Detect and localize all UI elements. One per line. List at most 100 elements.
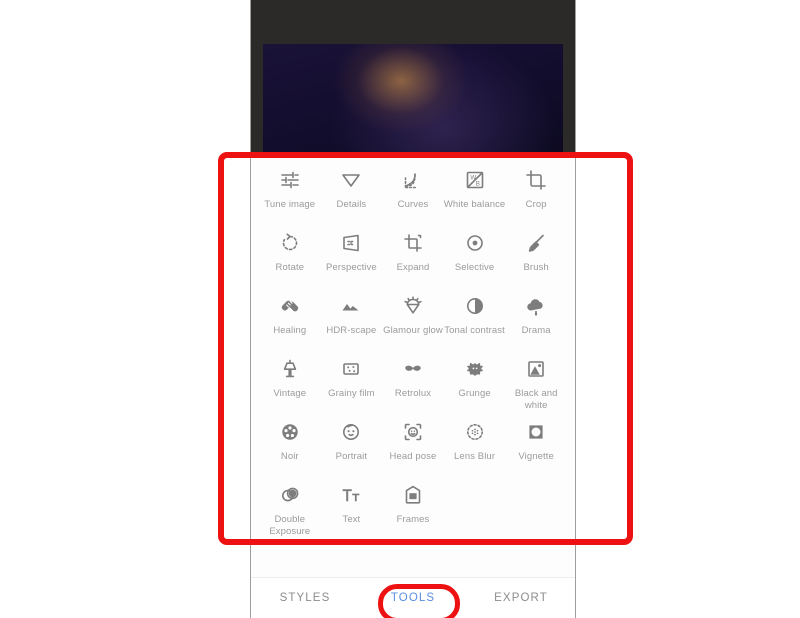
tool-label: White balance xyxy=(443,199,506,210)
tool-label: Glamour glow xyxy=(383,325,443,336)
tool-crop[interactable]: Crop xyxy=(505,166,567,223)
tool-label: Black and white xyxy=(514,388,558,411)
tool-label: Tune image xyxy=(264,199,316,210)
tool-head-pose[interactable]: Head pose xyxy=(382,418,444,475)
tool-label: Expand xyxy=(396,262,430,273)
text-icon xyxy=(339,481,363,509)
retrolux-icon xyxy=(401,355,425,383)
tool-double-exposure[interactable]: Double Exposure xyxy=(259,481,321,538)
lens-blur-icon xyxy=(463,418,487,446)
tools-grid: Tune image Details Curves W B White balance Cr… xyxy=(251,152,575,578)
frames-icon xyxy=(401,481,425,509)
tool-label: Lens Blur xyxy=(454,451,496,462)
tool-row: Healing HDR-scape Glamour glow Tonal contra… xyxy=(259,292,567,349)
tool-label: Head pose xyxy=(389,451,437,462)
tool-row: Noir Portrait Head pose Lens Blur Vignette xyxy=(259,418,567,475)
tool-label: Double Exposure xyxy=(269,514,311,537)
preview-photo xyxy=(263,44,563,152)
tool-label: Rotate xyxy=(275,262,305,273)
portrait-icon xyxy=(339,418,363,446)
crop-icon xyxy=(524,166,548,194)
tool-tonal-contrast[interactable]: Tonal contrast xyxy=(444,292,506,349)
tune-image-icon xyxy=(278,166,302,194)
tool-grainy-film[interactable]: Grainy film xyxy=(321,355,383,412)
tool-label: Frames xyxy=(396,514,430,525)
tool-label: Details xyxy=(336,199,367,210)
tool-label: Vintage xyxy=(273,388,307,399)
grunge-icon xyxy=(463,355,487,383)
curves-icon xyxy=(401,166,425,194)
tool-tune-image[interactable]: Tune image xyxy=(259,166,321,223)
tool-drama[interactable]: Drama xyxy=(505,292,567,349)
bottom-tab-bar: STYLES TOOLS EXPORT xyxy=(251,577,575,618)
tool-row: Rotate Perspective Expand Selective Brush xyxy=(259,229,567,286)
tool-noir[interactable]: Noir xyxy=(259,418,321,475)
tool-label: Retrolux xyxy=(394,388,432,399)
details-icon xyxy=(339,166,363,194)
tool-label: Perspective xyxy=(326,262,377,273)
tool-row: Vintage Grainy film Retrolux Grunge Black an… xyxy=(259,355,567,412)
brush-icon xyxy=(524,229,548,257)
tool-row: Tune image Details Curves W B White balance Cr… xyxy=(259,166,567,223)
noir-icon xyxy=(278,418,302,446)
tool-label: Tonal contrast xyxy=(444,325,505,336)
tool-label: Grunge xyxy=(458,388,491,399)
tab-tools[interactable]: TOOLS xyxy=(359,592,467,604)
screenshot-root: Tune image Details Curves W B White balance Cr… xyxy=(0,0,800,618)
tool-expand[interactable]: Expand xyxy=(382,229,444,286)
phone-viewport: Tune image Details Curves W B White balance Cr… xyxy=(250,0,576,618)
tool-perspective[interactable]: Perspective xyxy=(321,229,383,286)
tool-glamour-glow[interactable]: Glamour glow xyxy=(382,292,444,349)
tool-selective[interactable]: Selective xyxy=(444,229,506,286)
tool-label: Brush xyxy=(523,262,549,273)
tool-curves[interactable]: Curves xyxy=(382,166,444,223)
black-and-white-icon xyxy=(524,355,548,383)
perspective-icon xyxy=(339,229,363,257)
tool-lens-blur[interactable]: Lens Blur xyxy=(444,418,506,475)
tool-vintage[interactable]: Vintage xyxy=(259,355,321,412)
tool-label: Drama xyxy=(521,325,551,336)
tool-grunge[interactable]: Grunge xyxy=(444,355,506,412)
rotate-icon xyxy=(278,229,302,257)
tonal-contrast-icon xyxy=(463,292,487,320)
tool-label: Portrait xyxy=(335,451,368,462)
tool-text[interactable]: Text xyxy=(321,481,383,538)
hdr-scape-icon xyxy=(339,292,363,320)
tool-black-and-white[interactable]: Black and white xyxy=(505,355,567,412)
tool-rotate[interactable]: Rotate xyxy=(259,229,321,286)
white-balance-icon: WB xyxy=(463,166,487,194)
tool-retrolux[interactable]: Retrolux xyxy=(382,355,444,412)
tool-frames[interactable]: Frames xyxy=(382,481,444,538)
tool-healing[interactable]: Healing xyxy=(259,292,321,349)
tool-brush[interactable]: Brush xyxy=(505,229,567,286)
tab-export[interactable]: EXPORT xyxy=(467,592,575,604)
tool-row: Double Exposure Text Frames xyxy=(259,481,567,538)
expand-icon xyxy=(401,229,425,257)
vintage-icon xyxy=(278,355,302,383)
tool-label: Curves xyxy=(397,199,429,210)
tool-label: Grainy film xyxy=(328,388,375,399)
glamour-glow-icon xyxy=(401,292,425,320)
tool-label: Text xyxy=(342,514,361,525)
tool-portrait[interactable]: Portrait xyxy=(321,418,383,475)
svg-text:B: B xyxy=(475,181,479,188)
image-preview-area xyxy=(251,0,575,152)
tool-label: Noir xyxy=(280,451,299,462)
tool-details[interactable]: Details xyxy=(321,166,383,223)
healing-icon xyxy=(278,292,302,320)
tool-hdr-scape[interactable]: HDR-scape xyxy=(321,292,383,349)
tool-label: Healing xyxy=(273,325,307,336)
vignette-icon xyxy=(524,418,548,446)
tool-label: Selective xyxy=(454,262,495,273)
tool-label: Crop xyxy=(525,199,547,210)
tool-label: HDR-scape xyxy=(326,325,377,336)
grainy-film-icon xyxy=(339,355,363,383)
head-pose-icon xyxy=(401,418,425,446)
drama-icon xyxy=(524,292,548,320)
tool-white-balance[interactable]: W B White balance xyxy=(444,166,506,223)
tool-label: Vignette xyxy=(518,451,554,462)
selective-icon xyxy=(463,229,487,257)
tab-styles[interactable]: STYLES xyxy=(251,592,359,604)
double-exposure-icon xyxy=(278,481,302,509)
tool-vignette[interactable]: Vignette xyxy=(505,418,567,475)
